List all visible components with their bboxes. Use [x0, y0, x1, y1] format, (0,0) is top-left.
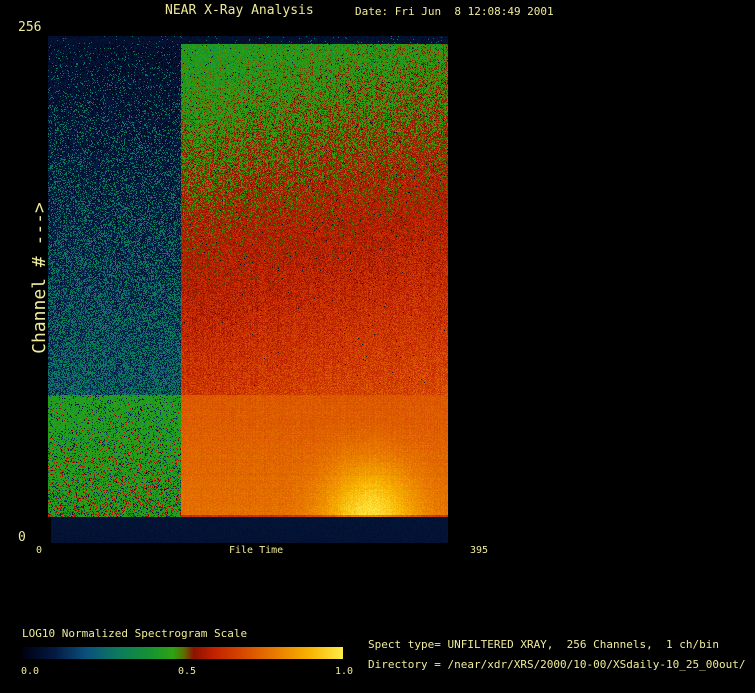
date-label: Date: Fri Jun 8 12:08:49 2001 [355, 6, 554, 18]
spectrogram-canvas[interactable] [48, 36, 448, 543]
y-axis-max-label: 256 [18, 21, 41, 35]
colorbar-title: LOG10 Normalized Spectrogram Scale [22, 628, 247, 640]
page-title: NEAR X-Ray Analysis [165, 4, 314, 18]
spect-type-info: Spect type= UNFILTERED XRAY, 256 Channel… [368, 639, 719, 651]
y-axis-title: Channel # ---> [30, 202, 50, 354]
y-axis-min-label: 0 [18, 531, 26, 545]
colorbar-tick-mid: 0.5 [178, 666, 196, 677]
directory-info: Directory = /near/xdr/XRS/2000/10-00/XSd… [368, 659, 746, 671]
x-axis-min-label: 0 [36, 545, 42, 556]
x-axis-title: File Time [229, 545, 283, 556]
near-xray-analysis-window: NEAR X-Ray Analysis Date: Fri Jun 8 12:0… [0, 0, 755, 693]
colorbar-canvas [22, 647, 343, 659]
colorbar-tick-max: 1.0 [335, 666, 353, 677]
x-axis-max-label: 395 [470, 545, 488, 556]
colorbar-tick-min: 0.0 [21, 666, 39, 677]
